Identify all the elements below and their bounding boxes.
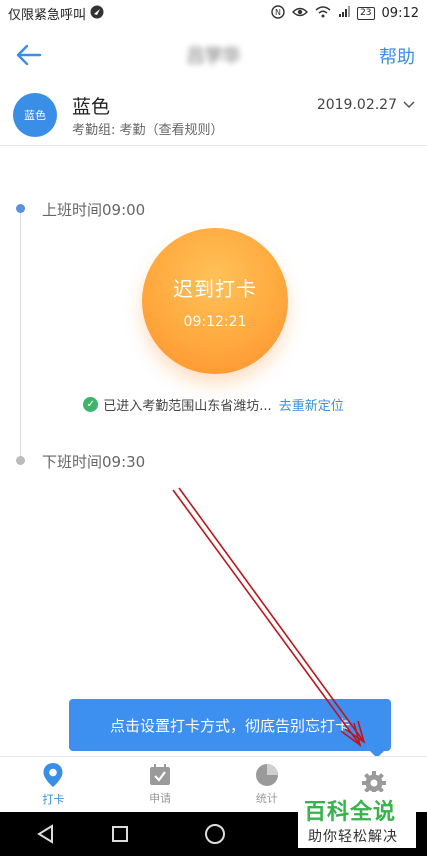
user-info-row: 蓝色 蓝色 考勤组: 考勤（查看规则） 2019.02.27 — [0, 84, 427, 146]
home-circle-icon[interactable] — [205, 824, 225, 844]
page-title: 吕学华 — [186, 46, 241, 67]
pie-chart-icon — [255, 764, 278, 786]
clock-out-dot — [16, 456, 25, 465]
clock-in-dot — [16, 204, 25, 213]
settings-tooltip[interactable]: 点击设置打卡方式，彻底告别忘打卡 — [69, 699, 391, 751]
carrier-text: 仅限紧急呼叫 — [8, 7, 87, 23]
battery-indicator: 23 — [357, 6, 375, 20]
attendance-panel: 上班时间09:00 迟到打卡 09:12:21 ✓ 已进入考勤范围山东省潍坊..… — [0, 146, 427, 756]
nfc-icon: N — [271, 5, 285, 21]
watermark: 百科全说 助你轻松解决 — [298, 792, 416, 848]
relocate-link[interactable]: 去重新定位 — [279, 395, 344, 414]
location-text: 已进入考勤范围山东省潍坊... — [103, 399, 272, 414]
watermark-title: 百科全说 — [304, 800, 397, 825]
tab-label: 申请 — [149, 792, 172, 805]
svg-text:N: N — [275, 8, 281, 17]
punch-button[interactable]: 迟到打卡 09:12:21 — [142, 228, 288, 374]
tab-punch[interactable]: 打卡 — [0, 757, 107, 812]
wifi-icon — [315, 6, 331, 20]
user-name: 蓝色 — [72, 96, 111, 118]
chevron-down-icon — [403, 101, 415, 109]
signal-icon — [338, 6, 351, 20]
date-selector[interactable]: 2019.02.27 — [317, 97, 415, 113]
punch-time: 09:12:21 — [183, 313, 247, 330]
status-left: 仅限紧急呼叫 — [8, 4, 104, 23]
timeline-line — [20, 210, 21, 462]
tab-label: 统计 — [255, 792, 278, 805]
clock-in-label: 上班时间09:00 — [42, 201, 146, 219]
nav-arrow-icon — [90, 5, 104, 21]
tab-apply[interactable]: 申请 — [107, 757, 214, 812]
date-value: 2019.02.27 — [316, 97, 397, 113]
tab-label: 打卡 — [42, 793, 65, 806]
location-status: ✓ 已进入考勤范围山东省潍坊... 去重新定位 — [0, 395, 427, 414]
clock-out-label: 下班时间09:30 — [42, 453, 146, 471]
overview-square-icon[interactable] — [112, 826, 128, 842]
status-time: 09:12 — [381, 5, 419, 21]
location-pin-icon — [43, 763, 63, 787]
check-circle-icon: ✓ — [83, 397, 99, 412]
watermark-subtitle: 助你轻松解决 — [308, 829, 398, 845]
help-button[interactable]: 帮助 — [379, 43, 415, 69]
status-bar: 仅限紧急呼叫 N 23 09:12 — [0, 0, 427, 26]
title-bar: 吕学华 帮助 — [0, 26, 427, 84]
status-right: N 23 09:12 — [271, 5, 419, 21]
calendar-check-icon — [150, 764, 171, 785]
avatar[interactable]: 蓝色 — [13, 93, 57, 137]
eye-icon — [292, 6, 309, 20]
punch-button-label: 迟到打卡 — [173, 276, 257, 301]
attendance-group-link[interactable]: 考勤组: 考勤（查看规则） — [72, 119, 224, 138]
back-triangle-icon[interactable] — [36, 824, 54, 844]
